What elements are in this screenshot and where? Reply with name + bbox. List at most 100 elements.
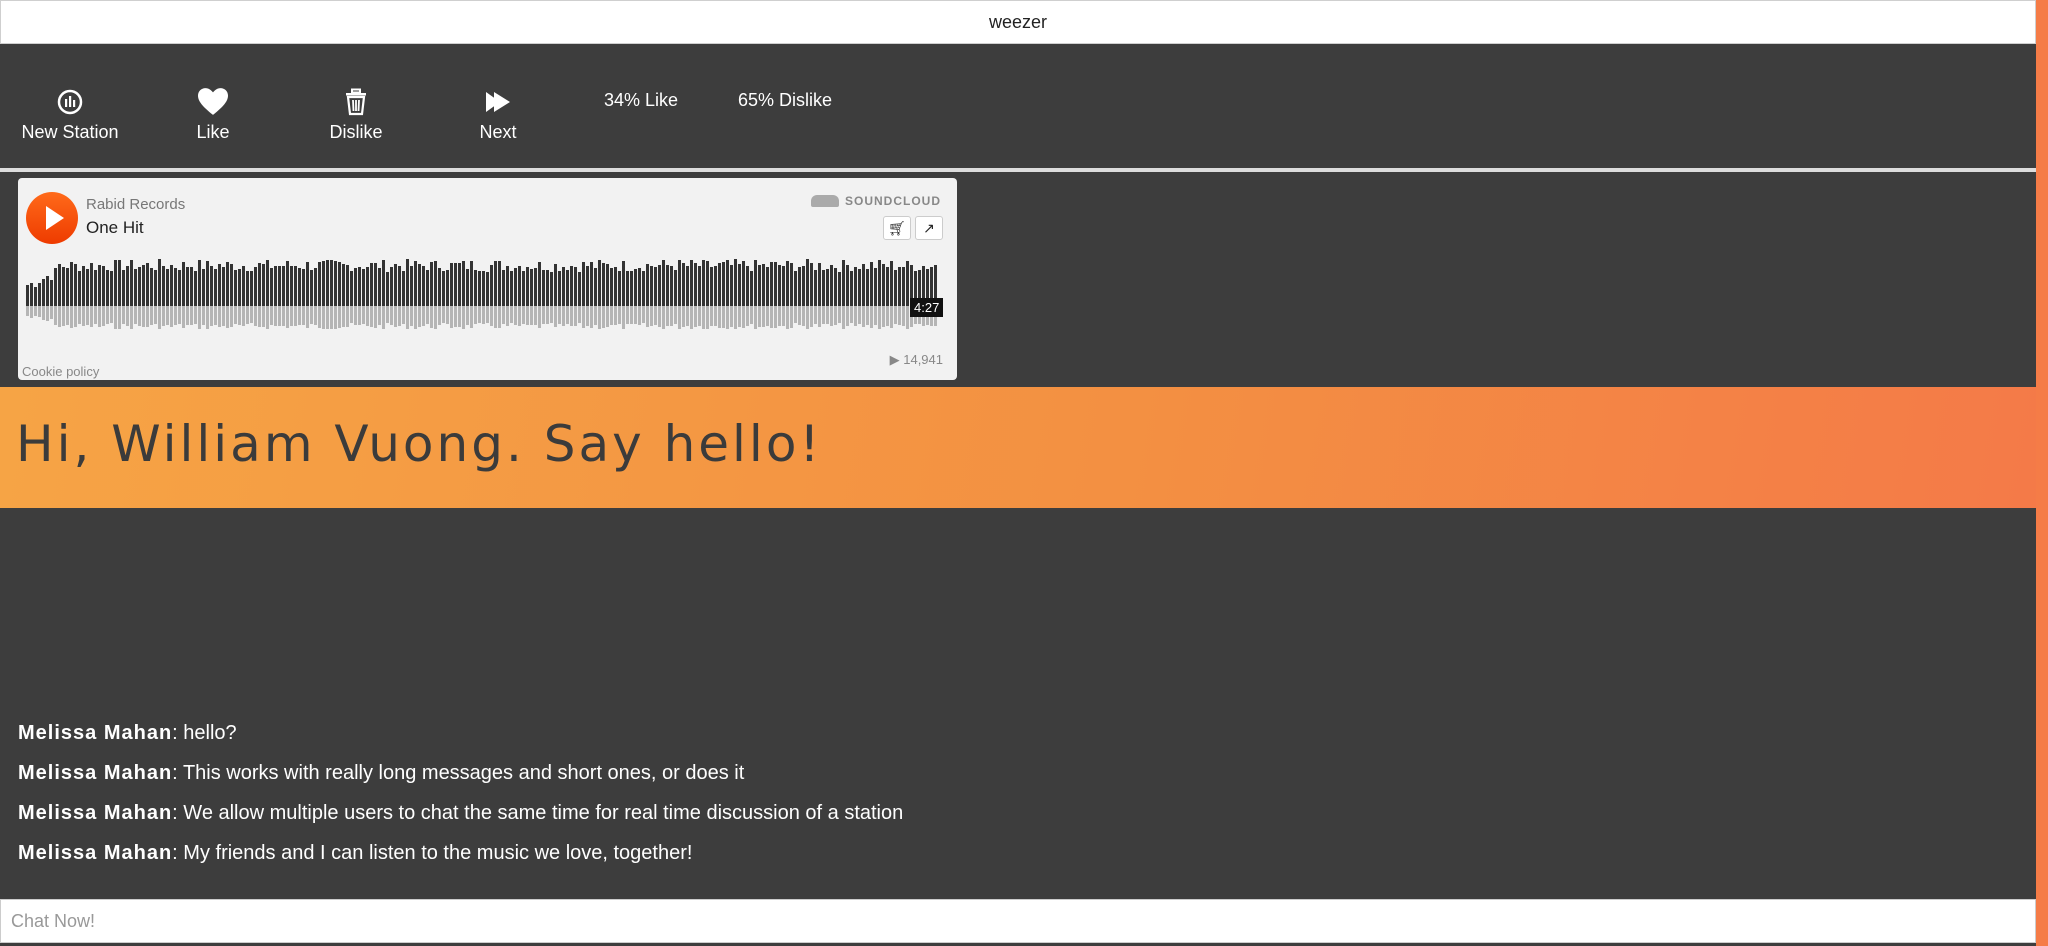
waveform-bar (718, 262, 721, 306)
waveform-bar (854, 266, 857, 306)
waveform-bar (98, 264, 101, 306)
waveform-bar (186, 267, 189, 306)
waveform-reflection (794, 306, 797, 324)
waveform-reflection (782, 306, 785, 326)
chat-message: Melissa Mahan: We allow multiple users t… (18, 802, 904, 824)
waveform-reflection (778, 306, 781, 327)
waveform-bar (490, 265, 493, 306)
waveform-bar (306, 262, 309, 306)
share-icon[interactable]: ↗ (915, 216, 943, 240)
chat-message-user: Melissa Mahan (18, 762, 173, 784)
waveform-reflection (510, 306, 513, 324)
waveform[interactable] (26, 256, 946, 332)
waveform-reflection (538, 306, 541, 329)
new-station-button[interactable]: New Station (0, 88, 140, 143)
waveform-bar (662, 260, 665, 306)
waveform-reflection (54, 306, 57, 326)
waveform-reflection (534, 306, 537, 325)
waveform-bar (38, 283, 41, 306)
waveform-bar (330, 260, 333, 306)
station-title: weezer (988, 11, 1048, 32)
waveform-bar (506, 265, 509, 306)
waveform-reflection (826, 306, 829, 325)
waveform-bar (162, 266, 165, 306)
waveform-reflection (522, 306, 525, 324)
waveform-reflection (102, 306, 105, 327)
waveform-bar (190, 267, 193, 306)
waveform-reflection (450, 306, 453, 328)
waveform-bar (686, 265, 689, 306)
waveform-bar (486, 271, 489, 306)
chat-message-user: Melissa Mahan (18, 802, 173, 824)
waveform-bar (226, 262, 229, 306)
waveform-bar (86, 268, 89, 306)
chat-input[interactable] (0, 899, 2036, 943)
waveform-bar (630, 270, 633, 306)
new-station-label: New Station (21, 122, 119, 142)
waveform-bar (90, 263, 93, 306)
waveform-bar (70, 261, 73, 306)
waveform-bar (646, 264, 649, 306)
track-title[interactable]: One Hit (86, 218, 144, 238)
waveform-reflection (438, 306, 441, 325)
waveform-bar (242, 266, 245, 306)
waveform-reflection (602, 306, 605, 328)
waveform-bar (906, 260, 909, 306)
cookie-policy-link[interactable]: Cookie policy (22, 364, 99, 379)
like-button[interactable]: Like (143, 88, 283, 143)
waveform-reflection (614, 306, 617, 326)
waveform-reflection (454, 306, 457, 328)
waveform-reflection (206, 306, 209, 329)
soundcloud-logo[interactable]: SOUNDCLOUD (811, 194, 941, 208)
waveform-reflection (150, 306, 153, 325)
dislike-button[interactable]: Dislike (286, 88, 426, 143)
cart-icon[interactable]: 🛒︎ (883, 216, 911, 240)
play-icon[interactable] (26, 192, 78, 244)
next-button[interactable]: Next (428, 88, 568, 143)
waveform-reflection (434, 306, 437, 329)
waveform-reflection (766, 306, 769, 326)
waveform-reflection (742, 306, 745, 329)
chat-message: Melissa Mahan: This works with really lo… (18, 762, 745, 784)
waveform-bar (778, 265, 781, 306)
waveform-reflection (666, 306, 669, 327)
waveform-bar (814, 269, 817, 306)
waveform-reflection (594, 306, 597, 326)
waveform-reflection (250, 306, 253, 324)
next-icon (486, 92, 510, 112)
waveform-reflection (790, 306, 793, 328)
waveform-reflection (834, 306, 837, 326)
waveform-reflection (338, 306, 341, 328)
chat-message-text: This works with really long messages and… (182, 762, 745, 784)
chat-message: Melissa Mahan: My friends and I can list… (18, 842, 693, 864)
waveform-bar (430, 261, 433, 306)
station-title-bar: weezer (0, 0, 2036, 44)
waveform-reflection (702, 306, 705, 330)
waveform-reflection (414, 306, 417, 329)
waveform-reflection (318, 306, 321, 328)
waveform-reflection (30, 306, 33, 318)
waveform-reflection (158, 306, 161, 330)
waveform-reflection (398, 306, 401, 326)
waveform-reflection (46, 306, 49, 321)
waveform-reflection (586, 306, 589, 326)
waveform-reflection (386, 306, 389, 324)
waveform-reflection (442, 306, 445, 324)
waveform-bar (634, 269, 637, 306)
waveform-reflection (734, 306, 737, 330)
waveform-bar (246, 270, 249, 306)
track-artist[interactable]: Rabid Records (86, 196, 185, 213)
waveform-bar (526, 267, 529, 306)
waveform-reflection (810, 306, 813, 328)
waveform-reflection (334, 306, 337, 329)
waveform-reflection (226, 306, 229, 328)
waveform-bar (106, 269, 109, 306)
waveform-reflection (446, 306, 449, 325)
waveform-reflection (198, 306, 201, 329)
waveform-bar (482, 270, 485, 306)
waveform-reflection (202, 306, 205, 325)
waveform-bar (402, 270, 405, 306)
waveform-reflection (574, 306, 577, 326)
waveform-reflection (590, 306, 593, 328)
waveform-bar (742, 261, 745, 306)
